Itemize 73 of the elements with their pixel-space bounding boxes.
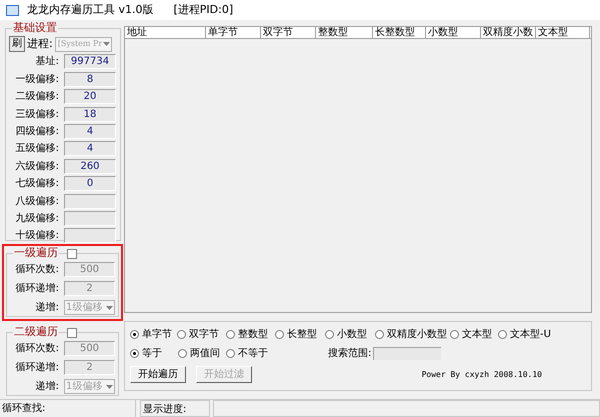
radio-button[interactable] xyxy=(275,330,284,338)
dropdown-arrow-icon xyxy=(102,42,110,46)
field-label: 五级偏移: xyxy=(14,142,59,156)
field-label: 递增: xyxy=(34,380,59,394)
radio-button[interactable] xyxy=(375,330,384,338)
field-label: 搜索范围: xyxy=(328,346,372,361)
field-label: 六级偏移: xyxy=(14,160,59,174)
radio-option[interactable]: 文本型-U xyxy=(498,327,558,341)
search-range-field[interactable] xyxy=(373,347,442,360)
column-header[interactable]: 地址 xyxy=(125,27,206,38)
field-label: 递增: xyxy=(34,300,59,315)
offset-field[interactable]: 4 xyxy=(64,124,116,139)
field-label: 循环递增: xyxy=(14,282,59,296)
offset-field[interactable] xyxy=(64,210,116,226)
radio-button[interactable] xyxy=(130,349,139,358)
field-label: 一级偏移: xyxy=(14,72,59,87)
radio-button[interactable] xyxy=(177,330,186,338)
offset-field[interactable]: 8 xyxy=(64,72,116,87)
offset-field[interactable]: 20 xyxy=(64,89,116,104)
process-pid: [进程PID:0] xyxy=(174,2,234,18)
offset-field[interactable]: 997734 xyxy=(64,54,116,70)
radio-option[interactable]: 整数型 xyxy=(226,327,275,341)
radio-option[interactable]: 两值间 xyxy=(178,346,226,360)
action-button[interactable]: 开始遍历 xyxy=(130,366,186,383)
field-label: 进程: xyxy=(27,36,53,52)
group-title: 基础设置 xyxy=(12,21,58,35)
radio-button[interactable] xyxy=(178,349,187,358)
enable-checkbox[interactable] xyxy=(67,328,77,338)
refresh-button[interactable]: 刷 xyxy=(9,36,25,52)
status-progress-label: 显示进度: xyxy=(140,400,210,417)
offset-field[interactable]: 4 xyxy=(64,141,116,156)
radio-option[interactable]: 等于 xyxy=(130,346,178,360)
radio-option[interactable]: 双精度小数型 xyxy=(375,327,450,341)
window-title: 龙龙内存遍历工具 v1.0版 xyxy=(27,2,154,18)
radio-button[interactable] xyxy=(325,330,334,338)
field-label: 三级偏移: xyxy=(14,108,59,122)
dropdown-arrow-icon xyxy=(106,306,113,310)
column-header[interactable]: 整数型 xyxy=(316,27,373,38)
group-title: 二级遍历 xyxy=(13,325,59,339)
radio-option[interactable]: 长整型 xyxy=(275,327,325,341)
enable-checkbox[interactable] xyxy=(67,249,77,259)
radio-option[interactable]: 单字节 xyxy=(130,327,177,341)
field-label: 十级偏移: xyxy=(14,228,59,244)
field-label: 二级偏移: xyxy=(14,90,59,104)
app-icon xyxy=(6,4,19,16)
offset-field[interactable]: 18 xyxy=(64,106,116,122)
offset-field[interactable] xyxy=(64,228,116,244)
radio-button[interactable] xyxy=(226,330,235,338)
radio-option[interactable]: 文本型 xyxy=(450,327,498,341)
radio-option[interactable]: 双字节 xyxy=(177,327,226,341)
offset-field[interactable]: 260 xyxy=(64,158,116,174)
radio-button[interactable] xyxy=(130,330,139,338)
dropdown-arrow-icon xyxy=(106,384,113,388)
field-label: 四级偏移: xyxy=(14,124,59,139)
field-label: 基址: xyxy=(34,54,59,70)
radio-option[interactable]: 不等于 xyxy=(226,346,326,360)
radio-button[interactable] xyxy=(450,330,459,338)
field-label: 循环次数: xyxy=(14,342,59,356)
offset-field[interactable] xyxy=(64,194,116,209)
column-header[interactable]: 小数型 xyxy=(426,27,481,38)
group-title: 一级遍历 xyxy=(13,246,59,260)
field-label: 七级偏移: xyxy=(14,176,59,192)
offset-field[interactable]: 0 xyxy=(64,176,116,192)
credit-text: Power By cxyzh 2008.10.10 xyxy=(422,368,542,380)
field-label: 循环递增: xyxy=(14,360,59,375)
field-label: 八级偏移: xyxy=(14,194,59,209)
status-loop: 循环查找: xyxy=(0,400,136,417)
radio-option[interactable]: 小数型 xyxy=(325,327,375,341)
radio-button[interactable] xyxy=(226,349,235,358)
radio-button[interactable] xyxy=(498,330,507,338)
field-label: 九级偏移: xyxy=(14,212,59,226)
field-label: 循环次数: xyxy=(14,263,59,277)
column-header[interactable]: 长整数型 xyxy=(373,27,426,38)
